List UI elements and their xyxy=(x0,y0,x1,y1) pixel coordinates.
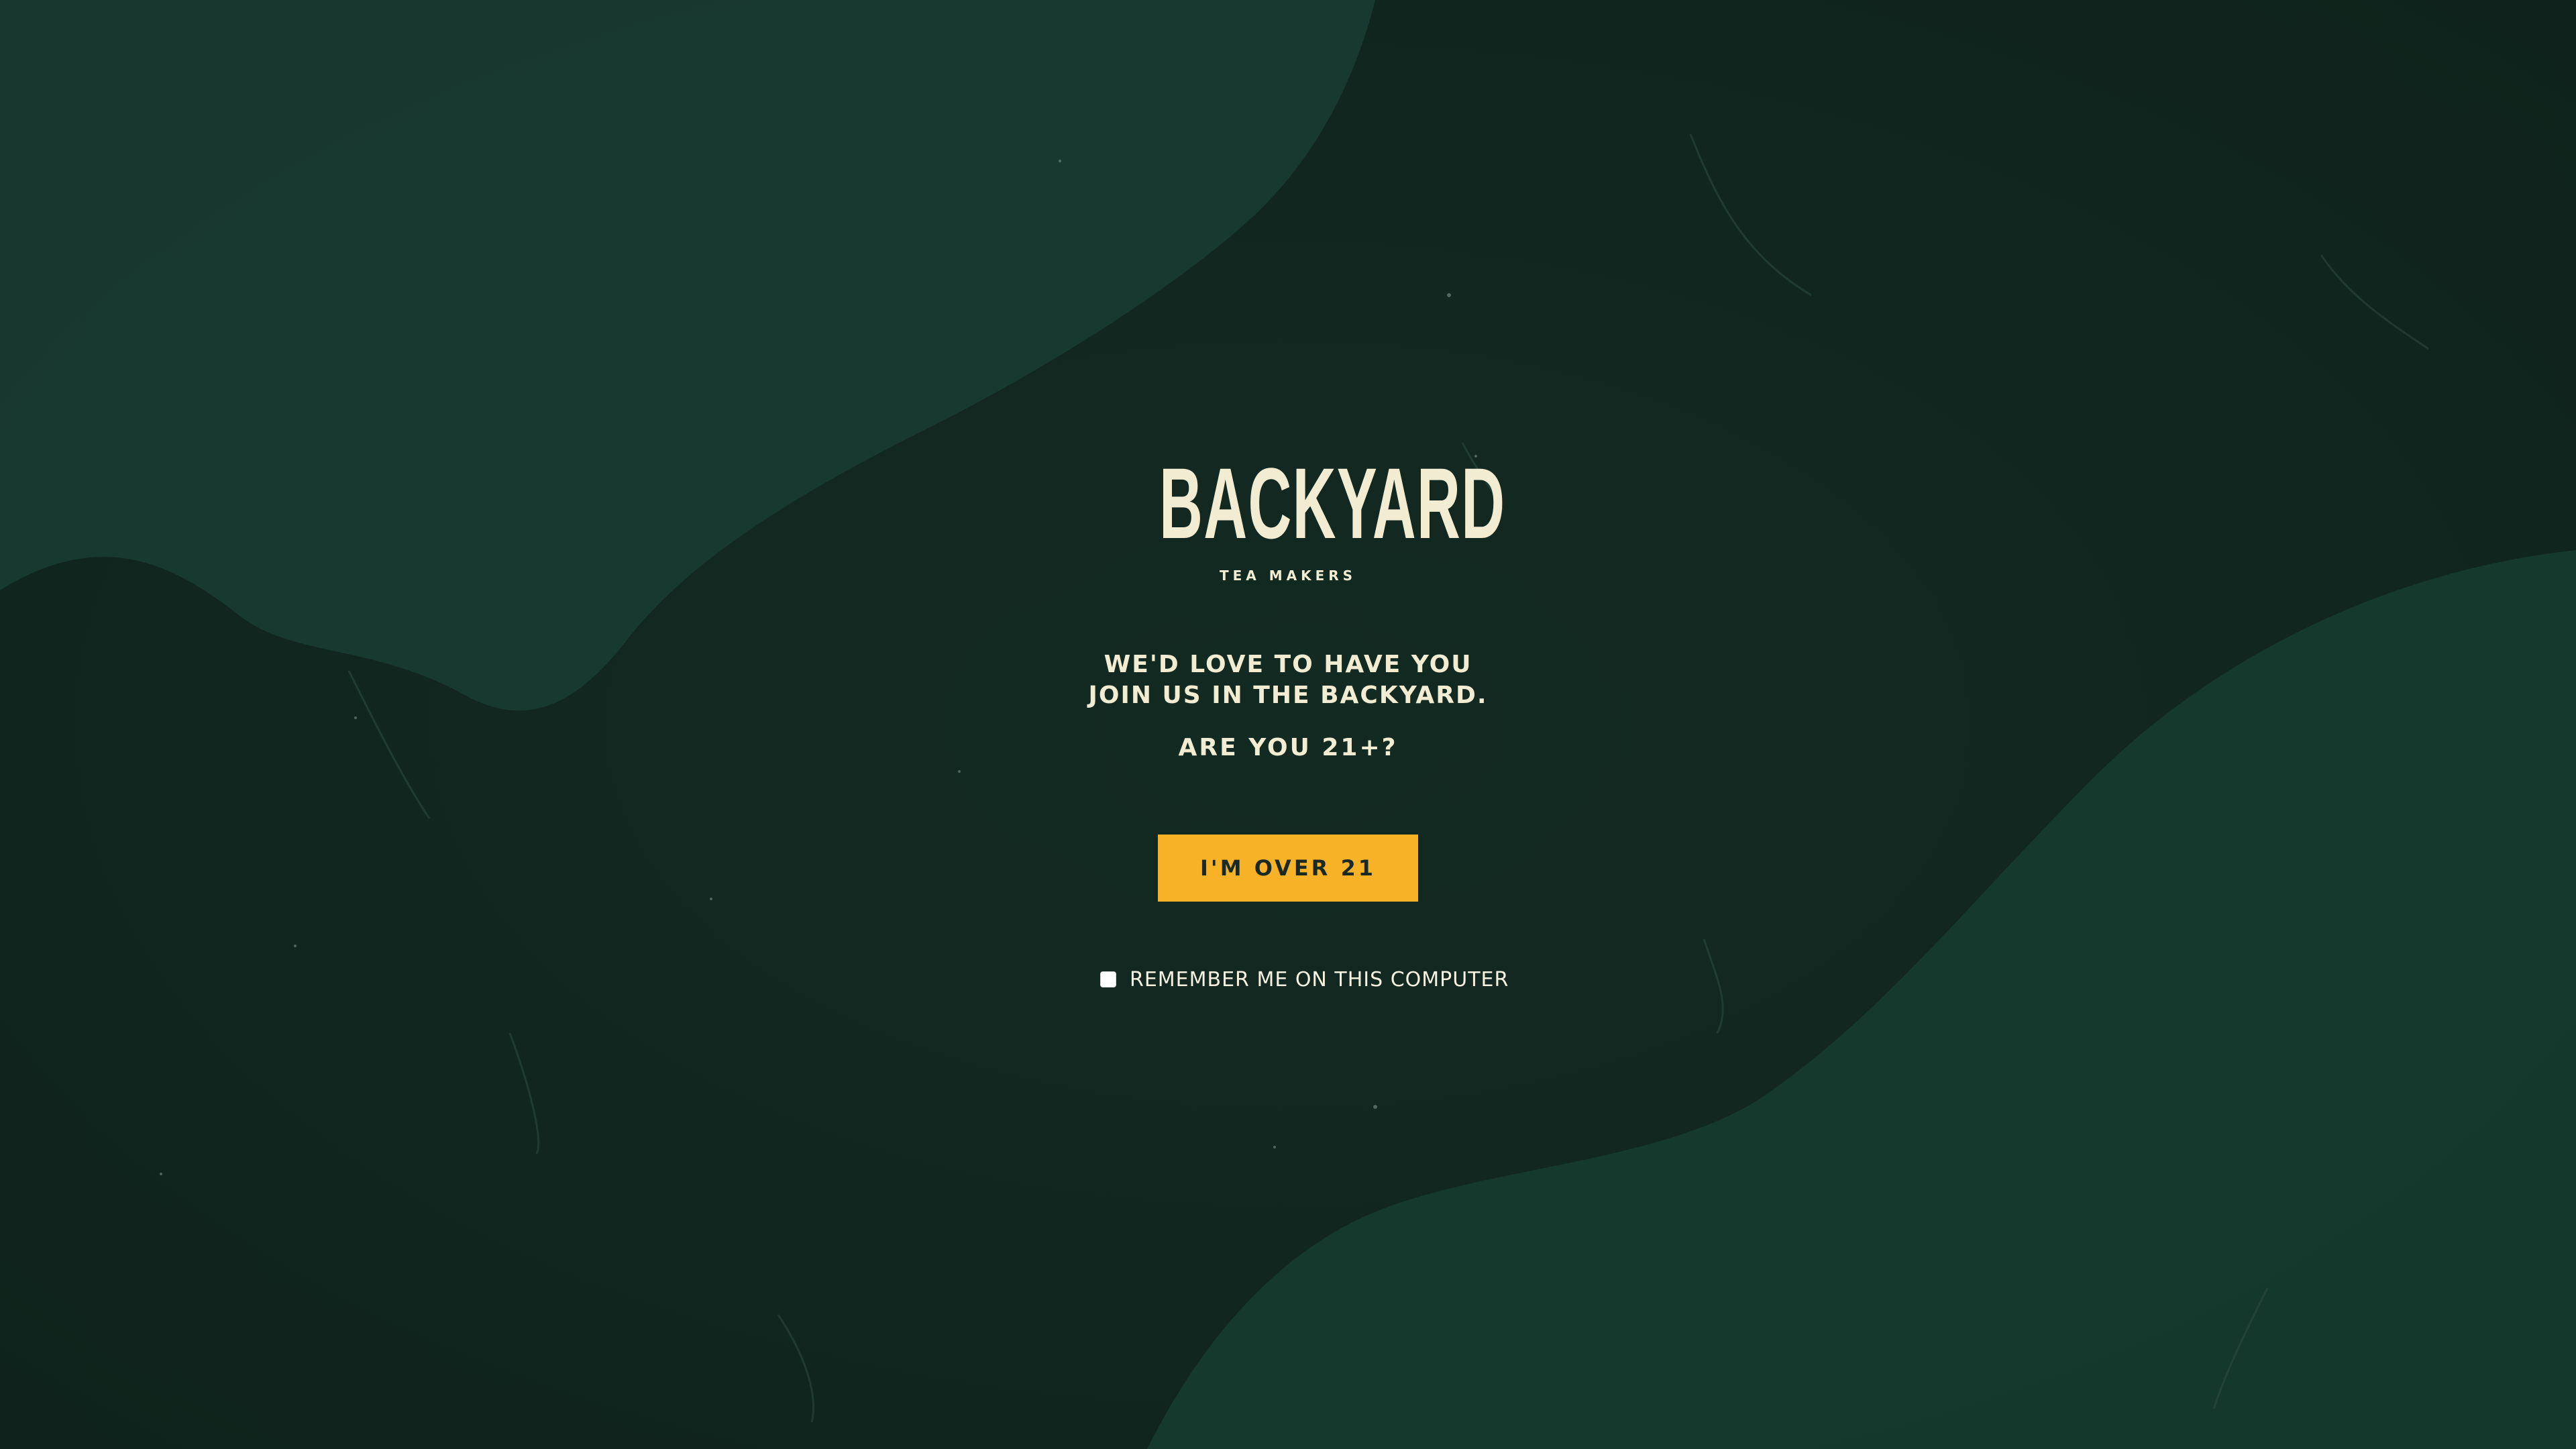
brand-name: BACKYARD xyxy=(1159,447,1506,559)
age-gate-dialog: BACKYARD TEA MAKERS WE'D LOVE TO HAVE YO… xyxy=(0,0,2576,1449)
welcome-headline: WE'D LOVE TO HAVE YOU JOIN US IN THE BAC… xyxy=(1020,649,1556,711)
remember-me-option[interactable]: REMEMBER ME ON THIS COMPUTER xyxy=(1100,965,1509,994)
age-gate-page: BACKYARD TEA MAKERS WE'D LOVE TO HAVE YO… xyxy=(0,0,2576,1449)
remember-me-checkbox[interactable] xyxy=(1100,971,1116,987)
remember-me-label: REMEMBER ME ON THIS COMPUTER xyxy=(1130,967,1509,991)
headline-line-1: WE'D LOVE TO HAVE YOU xyxy=(1104,651,1472,678)
age-question: ARE YOU 21+? xyxy=(1178,734,1398,761)
confirm-age-button[interactable]: I'M OVER 21 xyxy=(1158,835,1418,902)
brand-logo: BACKYARD TEA MAKERS xyxy=(1073,447,1506,584)
headline-line-2: JOIN US IN THE BACKYARD. xyxy=(1088,682,1488,709)
brand-tagline: TEA MAKERS xyxy=(1219,568,1357,584)
